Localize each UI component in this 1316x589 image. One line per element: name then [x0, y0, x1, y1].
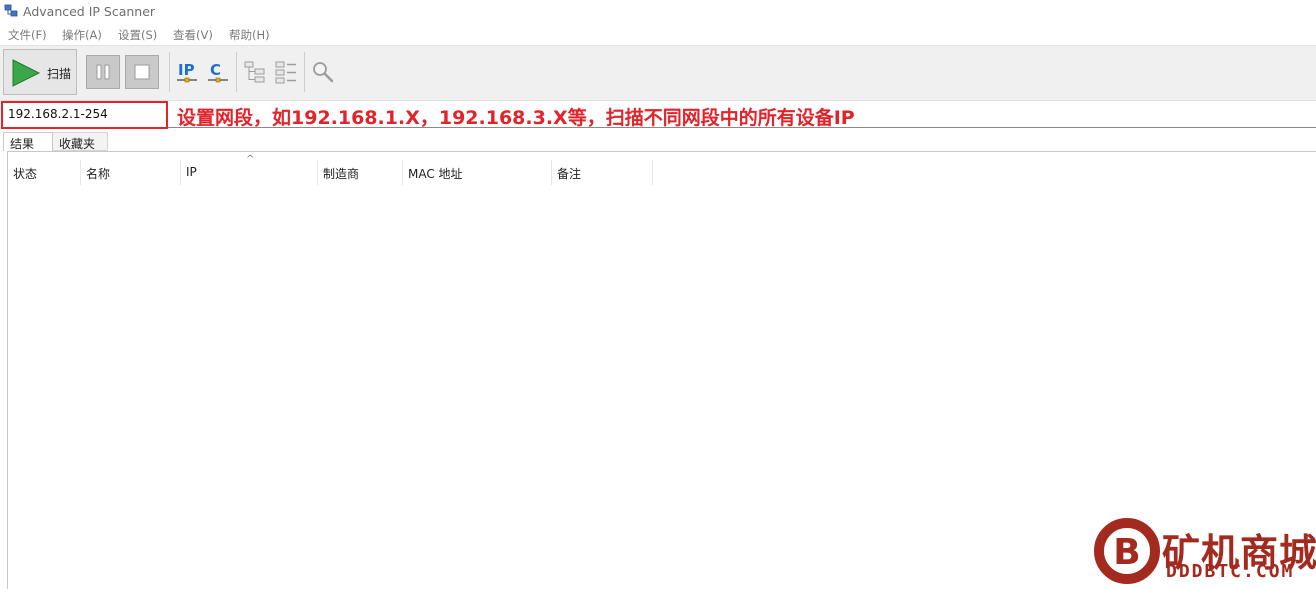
toolbar-separator — [304, 52, 305, 92]
menu-settings[interactable]: 设置(S) — [118, 27, 157, 43]
search-icon — [313, 62, 334, 83]
menu-bar: 文件(F) 操作(A) 设置(S) 查看(V) 帮助(H) — [0, 24, 1316, 45]
pause-button[interactable] — [86, 55, 120, 89]
bitcoin-logo-icon: B — [1094, 518, 1160, 584]
stop-button[interactable] — [125, 55, 159, 89]
expand-all-button[interactable] — [243, 60, 267, 84]
collapse-all-button[interactable] — [274, 60, 298, 84]
search-button[interactable] — [311, 60, 335, 84]
column-name[interactable]: 名称 — [81, 160, 181, 185]
network-computers-icon — [4, 4, 18, 18]
class-c-subnet-button[interactable]: C — [207, 59, 229, 85]
menu-file[interactable]: 文件(F) — [8, 27, 47, 43]
ip-subnet-button[interactable]: IP — [176, 59, 198, 85]
ip-subnet-icon: IP — [177, 61, 197, 83]
tab-results[interactable]: 结果 — [3, 132, 53, 151]
annotation-text: 设置网段，如192.168.1.X，192.168.3.X等，扫描不同网段中的所… — [177, 107, 855, 129]
menu-view[interactable]: 查看(V) — [173, 27, 213, 43]
column-status[interactable]: 状态 — [8, 160, 81, 185]
svg-text:C: C — [210, 61, 221, 79]
stop-icon — [134, 64, 150, 80]
column-comments[interactable]: 备注 — [552, 160, 653, 185]
watermark-subtitle: DDDBTC.COM — [1166, 561, 1295, 582]
column-manufacturer[interactable]: 制造商 — [318, 160, 403, 185]
play-icon — [12, 59, 41, 87]
toolbar: 扫描 IP C — [0, 45, 1316, 101]
collapse-tree-icon — [275, 61, 296, 84]
window-title: Advanced IP Scanner — [23, 4, 156, 19]
expand-tree-icon — [244, 61, 265, 83]
class-c-subnet-icon: C — [208, 61, 228, 83]
scan-button[interactable]: 扫描 — [3, 49, 77, 95]
column-ip[interactable]: IP — [181, 160, 318, 185]
menu-help[interactable]: 帮助(H) — [229, 27, 270, 43]
toolbar-separator — [236, 52, 237, 92]
svg-text:B: B — [1113, 532, 1140, 573]
ip-range-input[interactable]: 192.168.2.1-254 — [1, 101, 168, 129]
toolbar-separator — [169, 52, 170, 92]
scan-button-label: 扫描 — [47, 67, 72, 81]
column-mac-address[interactable]: MAC 地址 — [403, 160, 552, 185]
menu-action[interactable]: 操作(A) — [62, 27, 102, 43]
pause-icon — [96, 64, 110, 80]
watermark: B 矿机商城 DDDBTC.COM — [1094, 516, 1316, 586]
svg-text:IP: IP — [178, 61, 195, 79]
title-bar: Advanced IP Scanner — [0, 0, 1316, 24]
tab-favorites[interactable]: 收藏夹 — [53, 132, 108, 151]
